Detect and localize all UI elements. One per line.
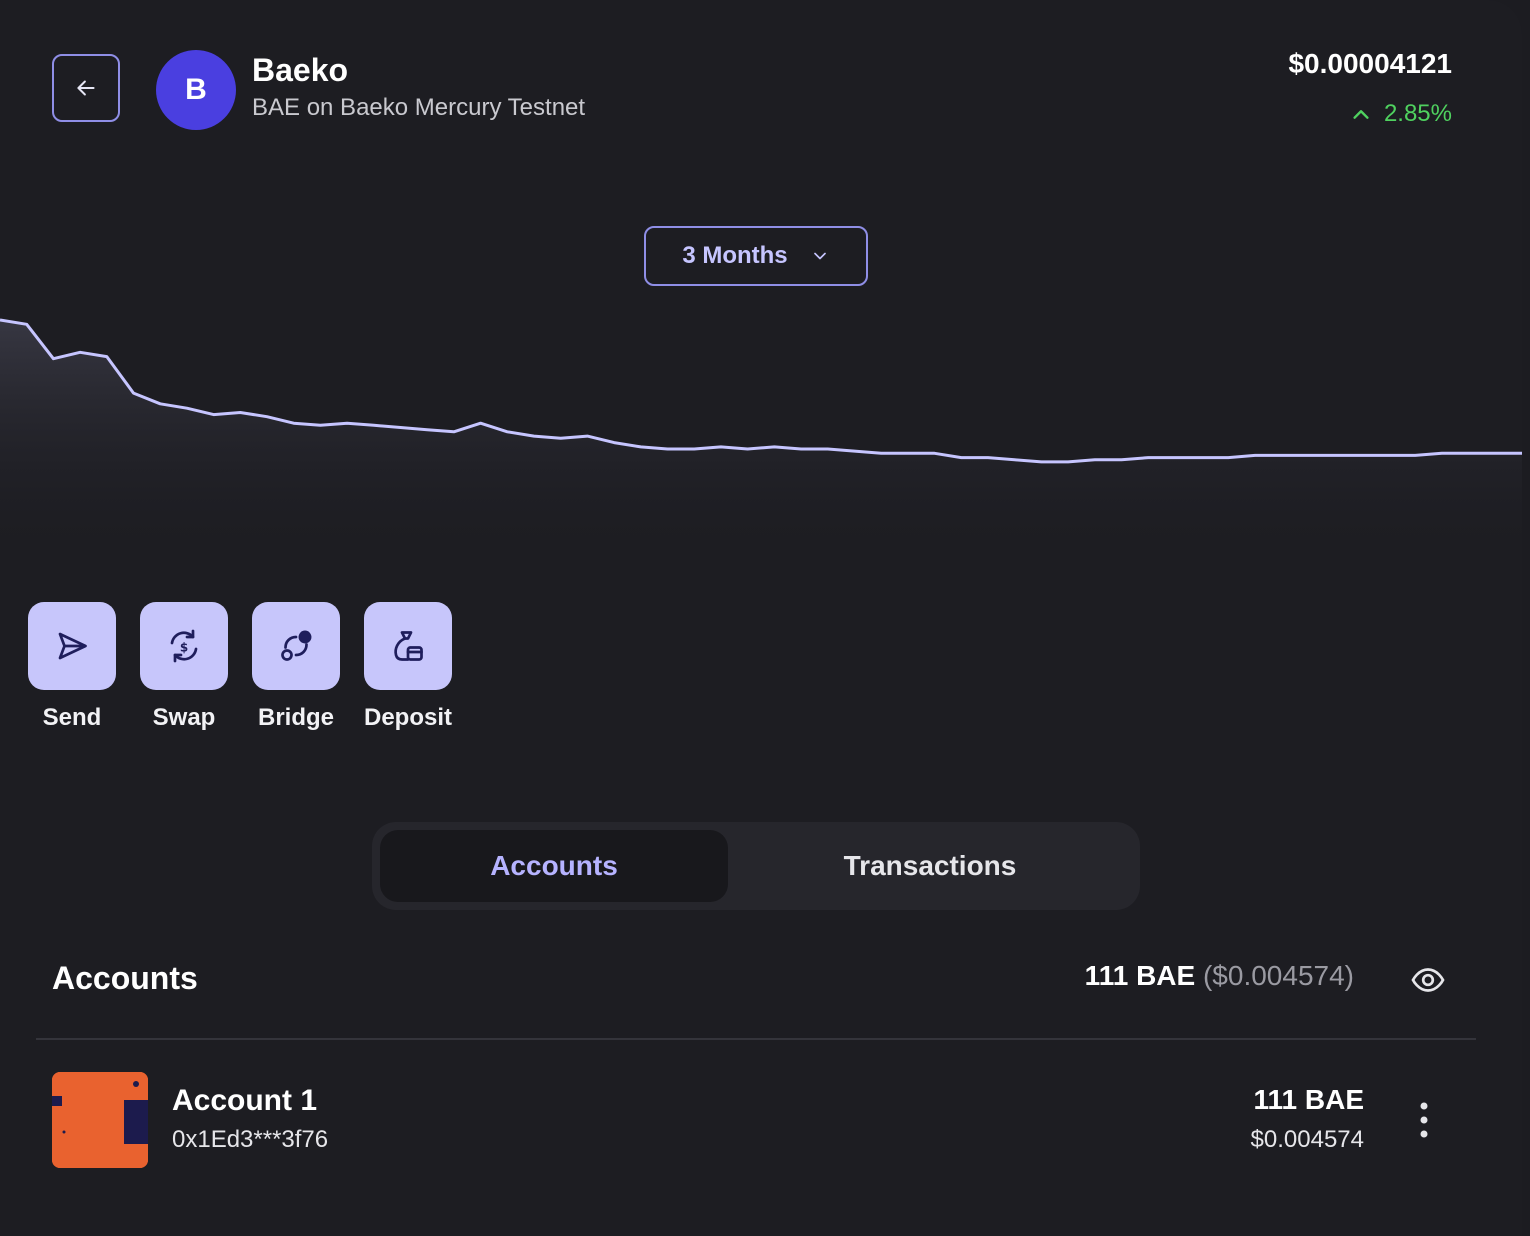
deposit-action[interactable]: Deposit: [364, 602, 452, 732]
send-action[interactable]: Send: [28, 602, 116, 732]
divider: [36, 1038, 1476, 1040]
deposit-label: Deposit: [363, 704, 452, 731]
account-balance-usd: $0.004574: [1250, 1126, 1364, 1153]
arrow-left-icon: [77, 80, 95, 96]
price-change: 2.85%: [1350, 100, 1452, 128]
back-button[interactable]: [52, 54, 120, 122]
token-price: $0.00004121: [1288, 48, 1452, 79]
token-network: BAE on Baeko Mercury Testnet: [252, 94, 586, 121]
account-identicon: [52, 1072, 148, 1168]
account-name: Account 1: [172, 1084, 318, 1117]
accounts-total-usd: ($0.004574): [1202, 960, 1354, 991]
tab-accounts[interactable]: Accounts: [380, 830, 728, 902]
price-chart: [0, 318, 1522, 560]
eye-icon[interactable]: [1408, 962, 1448, 998]
chevron-down-icon: [813, 252, 826, 260]
accounts-total: 111 BAE ($0.004574): [1085, 960, 1354, 992]
more-vertical-icon[interactable]: [1416, 1102, 1432, 1138]
token-name: Baeko: [252, 52, 349, 88]
swap-icon: $: [170, 629, 198, 663]
account-avatar: [52, 1072, 148, 1168]
bridge-action[interactable]: Bridge: [252, 602, 340, 732]
token-detail-panel: B Baeko BAE on Baeko Mercury Testnet $0.…: [0, 0, 1522, 1236]
account-balance: 111 BAE: [1253, 1084, 1364, 1115]
tab-bar: Accounts Transactions: [372, 822, 1140, 910]
time-range-select[interactable]: 3 Months: [644, 226, 868, 286]
send-label: Send: [42, 704, 102, 731]
action-buttons: Send $ Swap Bridge Deposit: [28, 602, 476, 732]
tab-transactions[interactable]: Transactions: [728, 830, 1132, 902]
time-range-value: 3 Months: [682, 242, 788, 269]
swap-label: Swap: [152, 704, 216, 731]
deposit-button[interactable]: [364, 602, 452, 690]
accounts-heading: Accounts: [52, 960, 198, 996]
accounts-total-amount: 111 BAE: [1084, 960, 1196, 991]
price-change-value: 2.85%: [1383, 100, 1452, 127]
send-button[interactable]: [28, 602, 116, 690]
bridge-label: Bridge: [257, 704, 334, 731]
account-row[interactable]: Account 1 0x1Ed3***3f76 111 BAE $0.00457…: [52, 1072, 1452, 1168]
swap-button[interactable]: $: [140, 602, 228, 690]
price-chart-area: [0, 320, 1522, 560]
send-icon: [58, 632, 87, 660]
token-avatar: B: [156, 50, 236, 130]
bridge-icon: [281, 630, 312, 661]
deposit-icon: [394, 631, 423, 661]
svg-text:$: $: [180, 640, 188, 654]
bridge-button[interactable]: [252, 602, 340, 690]
swap-action[interactable]: $ Swap: [140, 602, 228, 732]
account-address: 0x1Ed3***3f76: [172, 1126, 329, 1153]
chevron-up-icon: [1353, 110, 1369, 119]
